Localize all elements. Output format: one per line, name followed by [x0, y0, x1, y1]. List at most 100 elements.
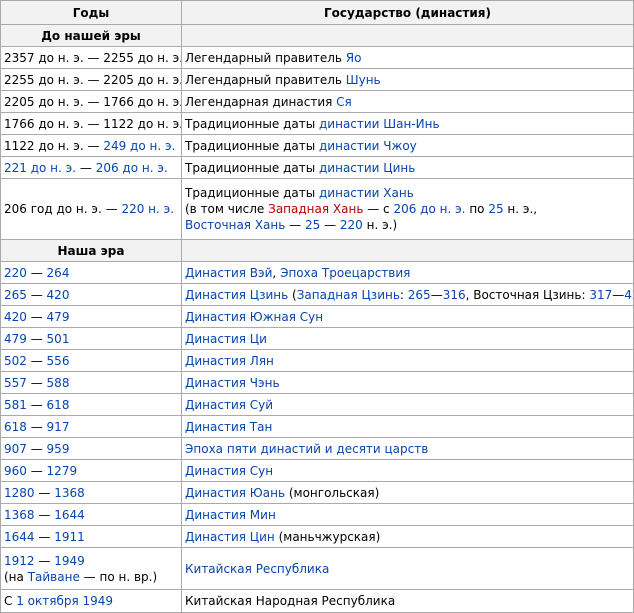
- state-link[interactable]: 25: [488, 202, 503, 216]
- years-link[interactable]: 264: [47, 266, 70, 280]
- years-link[interactable]: 1911: [54, 530, 85, 544]
- state-link[interactable]: 420: [624, 288, 632, 302]
- state-link[interactable]: Восточная Хань: [185, 218, 285, 232]
- years-link[interactable]: 1644: [4, 530, 35, 544]
- state-link[interactable]: Династия Чэнь: [185, 376, 280, 390]
- years-link[interactable]: 1368: [54, 486, 85, 500]
- years-link[interactable]: 420: [4, 310, 27, 324]
- years-link[interactable]: 220: [4, 266, 27, 280]
- years-link[interactable]: 1 октября: [16, 594, 78, 608]
- state-cell: Династия Ци: [181, 327, 634, 350]
- years-link[interactable]: 557: [4, 376, 27, 390]
- state-text: Легендарная династия: [185, 94, 337, 109]
- state-link[interactable]: Династия Вэй: [185, 266, 272, 280]
- state-cell: Династия Чэнь: [181, 371, 634, 394]
- table-row: 502 — 556 Династия Лян: [0, 349, 634, 372]
- years-link[interactable]: 221 до н. э.: [4, 161, 76, 175]
- state-link[interactable]: 316: [443, 288, 466, 302]
- state-link[interactable]: Ся: [336, 95, 352, 109]
- state-link[interactable]: Эпоха Троецарствия: [280, 266, 410, 280]
- state-text: (в том числе: [185, 202, 269, 216]
- state-cell: Династия Мин: [181, 503, 634, 526]
- state-link[interactable]: Китайская Республика: [185, 562, 329, 576]
- years-link[interactable]: 501: [47, 332, 70, 346]
- years-link[interactable]: 479: [4, 332, 27, 346]
- years-link[interactable]: 917: [47, 420, 70, 434]
- state-link[interactable]: Династия Цин: [185, 530, 275, 544]
- state-link[interactable]: Династия Цзинь: [185, 288, 288, 302]
- years-link[interactable]: 907: [4, 442, 27, 456]
- years-link[interactable]: 960: [4, 464, 27, 478]
- years-link[interactable]: 618: [4, 420, 27, 434]
- state-link[interactable]: 206 до н. э.: [393, 202, 465, 216]
- years-text: 2205 до н. э. — 1766 до н. э.: [4, 94, 182, 109]
- years-cell: 1368 — 1644: [0, 503, 182, 526]
- years-link[interactable]: 1949: [83, 594, 114, 608]
- years-link[interactable]: 588: [47, 376, 70, 390]
- table-row: 907 — 959 Эпоха пяти династий и десяти ца…: [0, 437, 634, 460]
- years-cell: 1912 — 1949 (на Тайване — по н. вр.): [0, 547, 182, 590]
- table-row: 618 — 917 Династия Тан: [0, 415, 634, 438]
- years-text: 2357 до н. э. — 2255 до н. э.: [4, 50, 182, 65]
- years-link[interactable]: 220 н. э.: [121, 202, 174, 216]
- years-text: —: [26, 441, 47, 456]
- state-link[interactable]: династии Шан-Инь: [319, 117, 440, 131]
- years-link[interactable]: 1912: [4, 554, 35, 568]
- state-link[interactable]: Династия Тан: [185, 420, 272, 434]
- state-link[interactable]: Западная Цзинь: [297, 288, 400, 302]
- years-link[interactable]: 581: [4, 398, 27, 412]
- table-row: 220 — 264 Династия Вэй, Эпоха Троецарстви…: [0, 261, 634, 284]
- state-link[interactable]: Династия Южная Сун: [185, 310, 323, 324]
- state-text: Китайская Народная Республика: [185, 594, 396, 608]
- years-link[interactable]: 618: [47, 398, 70, 412]
- years-text: —: [26, 353, 47, 368]
- table-row: 1766 до н. э. — 1122 до н. э. Традиционны…: [0, 112, 634, 135]
- years-text: —: [26, 287, 47, 302]
- years-link[interactable]: 265: [4, 288, 27, 302]
- years-link[interactable]: 1280: [4, 486, 35, 500]
- state-link[interactable]: Династия Мин: [185, 508, 276, 522]
- state-link[interactable]: династии Чжоу: [319, 139, 417, 153]
- state-link[interactable]: Династия Суй: [185, 398, 273, 412]
- section-bce-label: До нашей эры: [0, 24, 182, 47]
- years-cell: С 1 октября 1949: [0, 589, 182, 613]
- years-link[interactable]: 420: [47, 288, 70, 302]
- state-link[interactable]: Яо: [346, 51, 362, 65]
- state-link[interactable]: Шунь: [346, 73, 381, 87]
- state-link[interactable]: Западная Хань: [268, 202, 363, 216]
- state-cell: Китайская Республика: [181, 547, 634, 590]
- state-link[interactable]: 25: [305, 218, 320, 232]
- state-link[interactable]: Эпоха пяти династий и десяти царств: [185, 442, 428, 456]
- years-link[interactable]: 479: [47, 310, 70, 324]
- state-link[interactable]: 220: [340, 218, 363, 232]
- table-row: 206 год до н. э. — 220 н. э. Традиционные…: [0, 178, 634, 240]
- state-link[interactable]: Династия Ци: [185, 332, 267, 346]
- years-cell: 2357 до н. э. — 2255 до н. э.: [0, 46, 182, 69]
- state-link[interactable]: 317: [589, 288, 612, 302]
- state-text: — с: [363, 202, 394, 216]
- table-row: 2357 до н. э. — 2255 до н. э. Легендарный…: [0, 46, 634, 69]
- state-link[interactable]: династии Хань: [319, 186, 414, 200]
- table-row: 960 — 1279 Династия Сун: [0, 459, 634, 482]
- years-link[interactable]: Тайване: [28, 570, 80, 584]
- state-cell: Династия Цин (маньчжурская): [181, 525, 634, 548]
- table-row: С 1 октября 1949 Китайская Народная Респу…: [0, 589, 634, 613]
- table-row: 581 — 618 Династия Суй: [0, 393, 634, 416]
- years-cell: 581 — 618: [0, 393, 182, 416]
- years-text: —: [34, 529, 55, 544]
- state-link[interactable]: Династия Юань: [185, 486, 285, 500]
- years-link[interactable]: 502: [4, 354, 27, 368]
- state-link[interactable]: Династия Сун: [185, 464, 273, 478]
- years-link[interactable]: 556: [47, 354, 70, 368]
- state-link[interactable]: Династия Лян: [185, 354, 274, 368]
- years-link[interactable]: 1949: [54, 554, 85, 568]
- years-link[interactable]: 206 до н. э.: [96, 161, 168, 175]
- years-link[interactable]: 249 до н. э.: [103, 139, 175, 153]
- years-link[interactable]: 1644: [54, 508, 85, 522]
- years-link[interactable]: 1279: [47, 464, 78, 478]
- years-link[interactable]: 959: [47, 442, 70, 456]
- header-row: Годы Государство (династия): [0, 0, 634, 25]
- years-link[interactable]: 1368: [4, 508, 35, 522]
- state-link[interactable]: 265: [408, 288, 431, 302]
- state-link[interactable]: династии Цинь: [319, 161, 415, 175]
